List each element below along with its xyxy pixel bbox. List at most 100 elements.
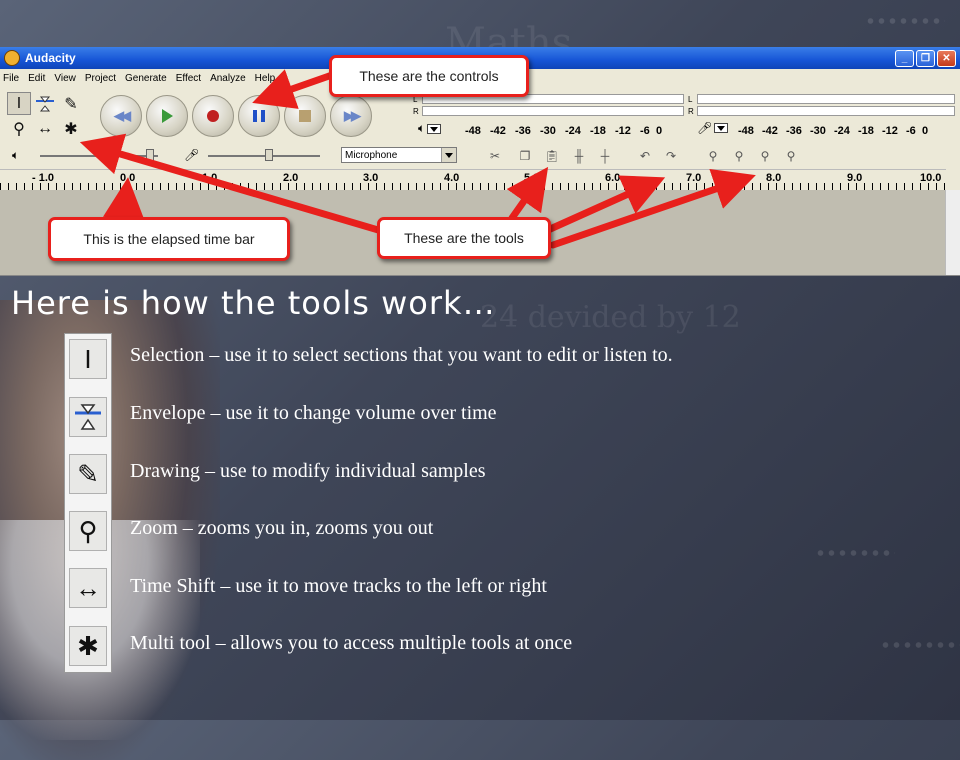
maximize-button[interactable]: ❐ — [916, 49, 935, 67]
time-shift-glyph: ↔ — [75, 572, 101, 603]
menu-project[interactable]: Project — [85, 73, 116, 84]
skip-start-icon: ◀◀ — [114, 108, 131, 123]
zoom-out-icon: ⚲ — [734, 149, 744, 163]
zoom-tool-button[interactable]: ⚲ — [7, 117, 31, 140]
minimize-button[interactable]: _ — [895, 49, 914, 67]
menu-file[interactable]: File — [3, 73, 19, 84]
menu-effect[interactable]: Effect — [176, 73, 201, 84]
meter-tick: -18 — [858, 125, 874, 137]
multi-tool-button[interactable]: ✱ — [59, 117, 83, 140]
zoom-icon: ⚲ — [69, 511, 107, 551]
silence-button[interactable]: ┼ — [594, 147, 616, 165]
copy-button[interactable]: ❐ — [514, 147, 536, 165]
meter-right-label: R — [413, 107, 419, 116]
tool-icon-strip: I ✎ ⚲ ↔ ✱ — [64, 333, 112, 673]
meter-tick: -12 — [882, 125, 898, 137]
pencil-icon: ✎ — [69, 454, 107, 494]
meter-tick: -36 — [515, 125, 531, 137]
selection-icon: I — [69, 339, 107, 379]
envelope-tool-button[interactable] — [33, 92, 57, 115]
time-shift-tool-button[interactable]: ↔ — [33, 117, 57, 140]
time-shift-icon: ↔ — [69, 568, 107, 608]
selection-glyph: I — [84, 343, 92, 374]
decor-dots — [865, 16, 945, 26]
meter-left-label: L — [688, 95, 693, 104]
zoom-glyph: ⚲ — [78, 515, 98, 546]
selection-icon: I — [16, 94, 22, 112]
meter-tick: -24 — [565, 125, 581, 137]
draw-tool-button[interactable]: ✎ — [59, 92, 83, 115]
meter-tick: -48 — [738, 125, 754, 137]
scissors-icon: ✂ — [489, 149, 501, 163]
trim-button[interactable]: ╫ — [568, 147, 590, 165]
zoom-in-icon: ⚲ — [708, 149, 718, 163]
skip-end-button[interactable]: ▶▶ — [330, 95, 372, 137]
play-button[interactable] — [146, 95, 188, 137]
multi-tool-glyph: ✱ — [77, 630, 99, 661]
undo-button[interactable]: ↶ — [634, 147, 656, 165]
multi-tool-icon: ✱ — [69, 626, 107, 666]
output-volume-slider[interactable] — [40, 155, 158, 157]
input-volume-mic-icon: 🎤︎ — [184, 148, 200, 162]
elapsed-time-bar[interactable]: - 1.0 0.0 1.0 2.0 3.0 4.0 5.0 6.0 7.0 8.… — [0, 169, 946, 191]
pause-icon — [253, 110, 265, 122]
meter-tick: -12 — [615, 125, 631, 137]
multi-tool-icon: ✱ — [64, 120, 78, 138]
meter-tick: -24 — [834, 125, 850, 137]
fit-project-button[interactable]: ⚲ — [780, 147, 802, 165]
microphone-icon: 🎤︎ — [697, 121, 713, 135]
slide-heading: Here is how the tools work… — [11, 284, 496, 322]
input-source-select[interactable]: Microphone — [341, 147, 457, 163]
meter-tick: 0 — [656, 125, 663, 137]
zoom-out-button[interactable]: ⚲ — [728, 147, 750, 165]
close-button[interactable]: ✕ — [937, 49, 956, 67]
vertical-scrollbar[interactable] — [945, 190, 960, 275]
undo-icon: ↶ — [639, 149, 651, 163]
record-meter-menu[interactable]: 🎤︎ — [697, 121, 729, 135]
zoom-in-button[interactable]: ⚲ — [702, 147, 724, 165]
paste-button[interactable]: 📋︎ — [541, 147, 563, 165]
ruler-ticks — [0, 183, 946, 190]
output-volume-thumb[interactable] — [146, 149, 154, 161]
meter-tick: -48 — [465, 125, 481, 137]
input-volume-slider[interactable] — [208, 155, 320, 157]
output-volume-icon: 🔈︎ — [12, 148, 20, 162]
meter-tick: -42 — [762, 125, 778, 137]
fit-selection-button[interactable]: ⚲ — [754, 147, 776, 165]
menu-view[interactable]: View — [54, 73, 76, 84]
skip-start-button[interactable]: ◀◀ — [100, 95, 142, 137]
speaker-icon: 🔈︎ — [418, 121, 426, 135]
skip-end-icon: ▶▶ — [344, 108, 361, 123]
menu-edit[interactable]: Edit — [28, 73, 45, 84]
zoom-fit-selection-icon: ⚲ — [760, 149, 770, 163]
playback-meter-menu[interactable]: 🔈︎ — [418, 121, 442, 136]
transport-controls: ◀◀ ▶▶ — [100, 95, 372, 139]
stop-button[interactable] — [284, 95, 326, 137]
record-button[interactable] — [192, 95, 234, 137]
meter-tick: -30 — [810, 125, 826, 137]
playback-meter-scale: -48 -42 -36 -30 -24 -18 -12 -6 0 — [465, 125, 668, 137]
trim-waveform-icon: ╫ — [574, 149, 584, 163]
selection-tool-button[interactable]: I — [7, 92, 31, 115]
dropdown-arrow-icon — [714, 123, 729, 133]
chevron-down-icon — [441, 148, 456, 162]
pause-button[interactable] — [238, 95, 280, 137]
input-volume-thumb[interactable] — [265, 149, 273, 161]
record-meter-left — [697, 94, 955, 104]
meter-tick: -6 — [906, 125, 916, 137]
redo-button[interactable]: ↷ — [660, 147, 682, 165]
dropdown-arrow-icon — [427, 123, 442, 134]
play-icon — [161, 109, 173, 123]
pencil-glyph: ✎ — [77, 458, 99, 489]
selection-description: Selection – use it to select sections th… — [130, 344, 673, 366]
cut-button[interactable]: ✂ — [484, 147, 506, 165]
mixer-toolbar: 🔈︎ 🎤︎ Microphone ✂ ❐ 📋︎ ╫ ┼ ↶ ↷ ⚲ ⚲ ⚲ ⚲ — [0, 145, 960, 167]
envelope-icon — [36, 96, 54, 111]
envelope-glyph — [75, 404, 101, 430]
menu-help[interactable]: Help — [255, 73, 276, 84]
menu-generate[interactable]: Generate — [125, 73, 167, 84]
record-meter-right — [697, 106, 955, 116]
zoom-description: Zoom – zooms you in, zooms you out — [130, 517, 434, 539]
meter-tick: -18 — [590, 125, 606, 137]
menu-analyze[interactable]: Analyze — [210, 73, 246, 84]
